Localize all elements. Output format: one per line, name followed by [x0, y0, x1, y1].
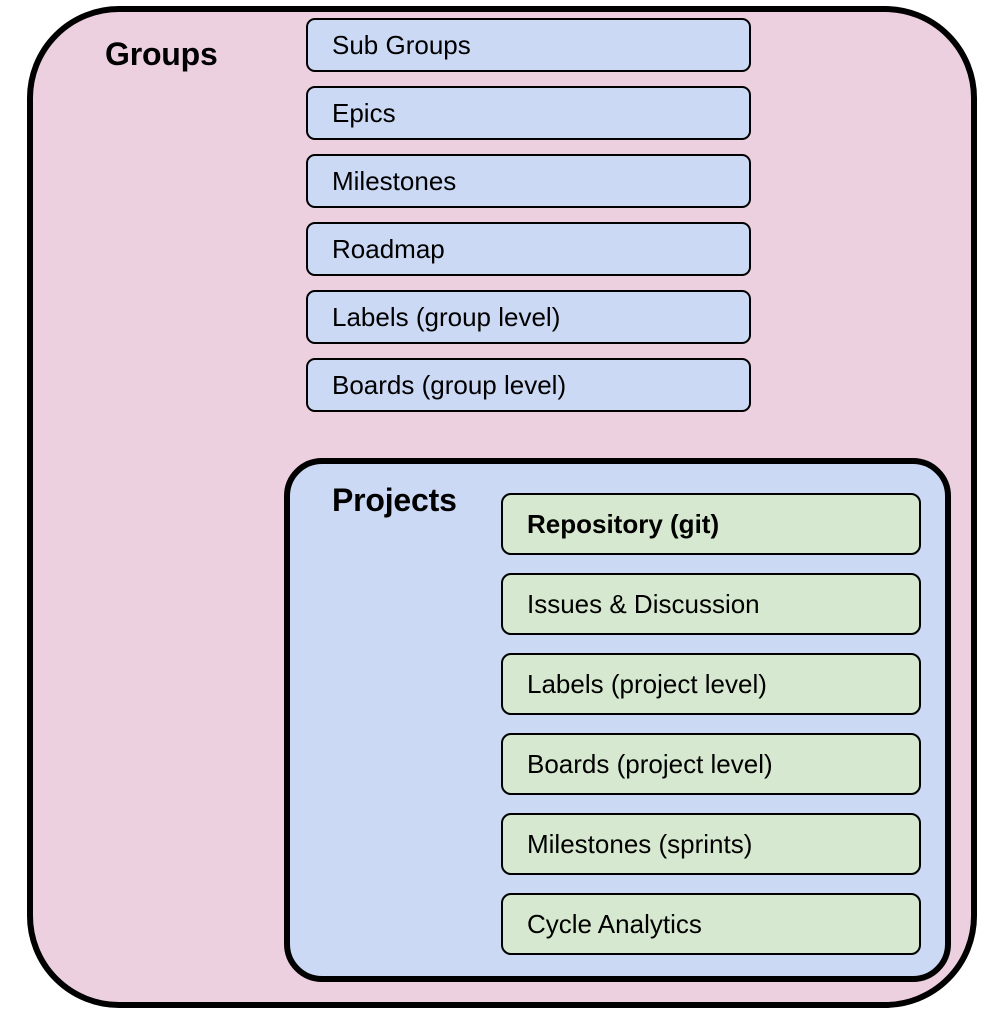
group-item-label: Epics — [332, 98, 396, 128]
group-item-boards-group-level[interactable]: Boards (group level) — [306, 358, 751, 412]
project-item-label: Milestones (sprints) — [527, 829, 753, 859]
group-item-label: Boards (group level) — [332, 370, 567, 400]
project-item-repository-git[interactable]: Repository (git) — [501, 493, 921, 555]
group-item-epics[interactable]: Epics — [306, 86, 751, 140]
group-item-milestones[interactable]: Milestones — [306, 154, 751, 208]
projects-container: Projects Repository (git) Issues & Discus… — [284, 458, 951, 982]
project-item-issues-discussion[interactable]: Issues & Discussion — [501, 573, 921, 635]
project-item-label: Issues & Discussion — [527, 589, 760, 619]
projects-title: Projects — [332, 482, 457, 518]
group-item-roadmap[interactable]: Roadmap — [306, 222, 751, 276]
diagram-canvas: Groups Sub Groups Epics Milestones Roadmap L… — [0, 0, 1006, 1014]
project-item-labels-project-level[interactable]: Labels (project level) — [501, 653, 921, 715]
project-item-label: Repository (git) — [527, 509, 720, 539]
project-item-label: Cycle Analytics — [527, 909, 702, 939]
project-item-cycle-analytics[interactable]: Cycle Analytics — [501, 893, 921, 955]
groups-title: Groups — [105, 36, 218, 72]
project-item-boards-project-level[interactable]: Boards (project level) — [501, 733, 921, 795]
group-item-label: Sub Groups — [332, 30, 471, 60]
group-item-sub-groups[interactable]: Sub Groups — [306, 18, 751, 72]
project-item-label: Boards (project level) — [527, 749, 773, 779]
project-item-label: Labels (project level) — [527, 669, 767, 699]
group-item-labels-group-level[interactable]: Labels (group level) — [306, 290, 751, 344]
project-item-milestones-sprints[interactable]: Milestones (sprints) — [501, 813, 921, 875]
groups-container: Groups Sub Groups Epics Milestones Roadmap L… — [27, 6, 977, 1008]
group-item-label: Labels (group level) — [332, 302, 561, 332]
group-item-label: Roadmap — [332, 234, 445, 264]
group-item-label: Milestones — [332, 166, 457, 196]
